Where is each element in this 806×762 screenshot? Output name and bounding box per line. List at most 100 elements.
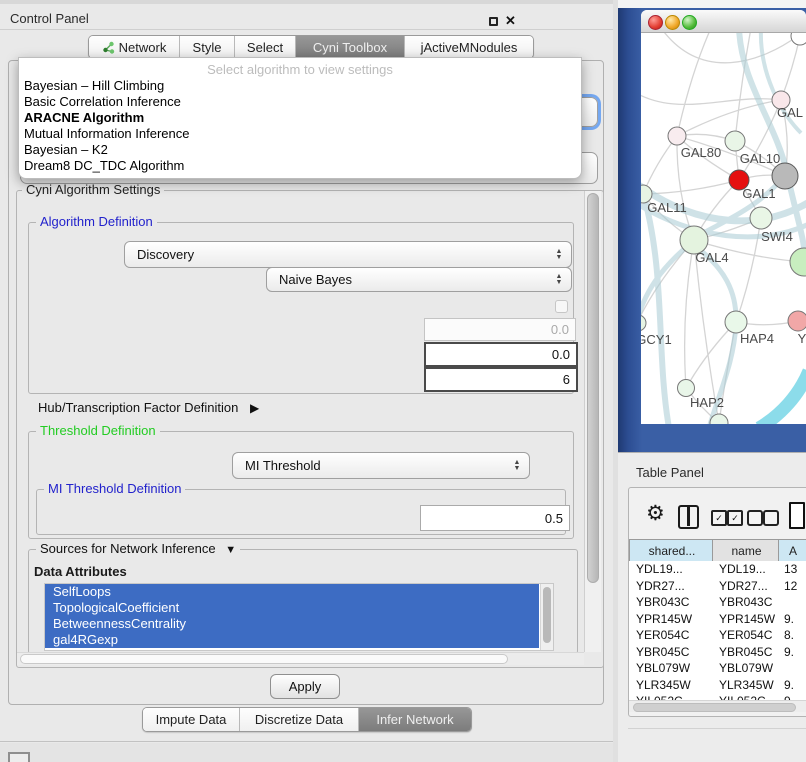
deselect-all-icon[interactable] (747, 510, 763, 526)
hub-tf-definition-toggle[interactable]: Hub/Transcription Factor Definition ▶ (38, 400, 259, 415)
cell: 8. (779, 627, 806, 644)
cell: 9 (779, 693, 806, 700)
minimize-window-icon[interactable] (665, 15, 680, 30)
control-panel-tabbar: Network Style Select Cyni Toolbox jActiv… (88, 35, 534, 59)
node[interactable] (791, 33, 806, 45)
list-scrollbar[interactable] (540, 584, 553, 651)
kernel-width-field[interactable]: 0.0 (424, 318, 576, 341)
settings-horizontal-scrollbar[interactable] (17, 652, 584, 665)
network-graph: GAL GAL80 GAL10 GAL1 GAL11 SWI4 GAL4 GCY… (641, 33, 806, 424)
dropdown-item[interactable]: Bayesian – Hill Climbing (19, 78, 581, 94)
tab-style[interactable]: Style (180, 36, 235, 58)
column-header-name[interactable]: name (712, 539, 781, 563)
cell: YDL19... (713, 561, 779, 578)
table-panel-title: Table Panel (636, 465, 704, 480)
settings-vertical-scrollbar[interactable] (584, 191, 601, 652)
mi-threshold-field[interactable]: 0.5 (420, 505, 570, 531)
dropdown-item-selected[interactable]: ARACNE Algorithm (19, 110, 581, 126)
screen: Control Panel ✕ Network Style Select (0, 0, 806, 762)
threshold-definition-title: Threshold Definition (36, 424, 160, 438)
cell: YIL052C (629, 693, 713, 700)
list-item[interactable]: gal4RGexp (45, 632, 539, 648)
cell: YBL079W (629, 660, 713, 677)
node-gal80[interactable] (668, 127, 686, 145)
cell: YIL052C (713, 693, 779, 700)
tab-discretize-data-label: Discretize Data (255, 712, 343, 727)
float-panel-icon[interactable] (489, 17, 498, 26)
node-hap2[interactable] (678, 380, 695, 397)
sources-toggle[interactable]: Sources for Network Inference ▼ (36, 542, 240, 557)
table-row[interactable]: YBR045C YBR045C 9. (629, 644, 806, 661)
table-body: YDL19... YDL19... 13 YDR27... YDR27... 1… (629, 561, 806, 700)
tab-impute-data[interactable]: Impute Data (143, 708, 240, 731)
cell (779, 660, 806, 677)
mi-steps-field[interactable]: 6 (424, 367, 578, 392)
list-item[interactable]: TopologicalCoefficient (45, 600, 539, 616)
dropdown-item[interactable]: Dream8 DC_TDC Algorithm (19, 158, 581, 174)
manual-kernel-width-checkbox[interactable] (555, 300, 568, 313)
tab-network-label: Network (119, 40, 167, 55)
column-header-clipped[interactable]: A (778, 539, 806, 563)
tab-discretize-data[interactable]: Discretize Data (240, 708, 359, 731)
mi-algorithm-type-combo[interactable]: Naive Bayes ▲▼ (266, 267, 572, 292)
list-item[interactable]: SelfLoops (45, 584, 539, 600)
apply-button[interactable]: Apply (270, 674, 340, 699)
cell: YPR145W (713, 611, 779, 628)
close-window-icon[interactable] (648, 15, 663, 30)
network-window-titlebar[interactable] (641, 10, 806, 33)
node-label: Y (798, 331, 806, 346)
table-horizontal-scrollbar[interactable] (629, 700, 806, 712)
table-row[interactable]: YLR345W YLR345W 9. (629, 677, 806, 694)
table-settings-gear-icon[interactable]: ⚙ (646, 503, 665, 525)
cell: YER054C (629, 627, 713, 644)
thick-edge (759, 371, 806, 424)
close-panel-icon[interactable]: ✕ (505, 13, 516, 29)
column-header-shared-name[interactable]: shared... (629, 539, 715, 563)
tab-impute-data-label: Impute Data (156, 712, 227, 727)
tab-infer-network[interactable]: Infer Network (359, 708, 471, 731)
dropdown-item[interactable]: Mutual Information Inference (19, 126, 581, 142)
table-row[interactable]: YIL052C YIL052C 9 (629, 693, 806, 700)
table-row[interactable]: YER054C YER054C 8. (629, 627, 806, 644)
node-gcy1[interactable] (641, 315, 646, 331)
cell: 12 (779, 578, 806, 595)
table-row[interactable]: YBR043C YBR043C (629, 594, 806, 611)
node-gray[interactable] (772, 163, 798, 189)
select-all-icon[interactable]: ✓ (727, 510, 743, 526)
dpi-tolerance-field[interactable]: 0.0 (424, 342, 578, 367)
dropdown-item[interactable]: Basic Correlation Inference (19, 94, 581, 110)
docked-panel-icon[interactable] (8, 752, 30, 762)
deselect-all-icon[interactable] (763, 510, 779, 526)
tab-network[interactable]: Network (89, 36, 180, 58)
node-label: GAL1 (742, 186, 775, 201)
new-table-icon[interactable] (789, 502, 805, 529)
dropdown-item[interactable]: Bayesian – K2 (19, 142, 581, 158)
table-row[interactable]: YDR27... YDR27... 12 (629, 578, 806, 595)
algorithm-definition-title: Algorithm Definition (36, 215, 157, 229)
network-icon (102, 41, 115, 54)
table-row[interactable]: YDL19... YDL19... 13 (629, 561, 806, 578)
tab-select[interactable]: Select (235, 36, 296, 58)
cell: 9. (779, 644, 806, 661)
top-strip (618, 0, 806, 8)
tab-cyni-toolbox[interactable]: Cyni Toolbox (296, 36, 405, 58)
network-window: GAL GAL80 GAL10 GAL1 GAL11 SWI4 GAL4 GCY… (641, 10, 806, 424)
network-canvas[interactable]: GAL GAL80 GAL10 GAL1 GAL11 SWI4 GAL4 GCY… (641, 33, 806, 424)
table-row[interactable]: YBL079W YBL079W (629, 660, 806, 677)
node-green[interactable] (790, 248, 806, 276)
cyni-bottom-tabbar: Impute Data Discretize Data Infer Networ… (142, 707, 472, 732)
zoom-window-icon[interactable] (682, 15, 697, 30)
node-gal10[interactable] (725, 131, 745, 151)
list-item[interactable]: BetweennessCentrality (45, 616, 539, 632)
cell: 13 (779, 561, 806, 578)
node-swi4[interactable] (750, 207, 772, 229)
node-hap4[interactable] (725, 311, 747, 333)
tab-cyni-toolbox-label: Cyni Toolbox (313, 40, 387, 55)
table-row[interactable]: YPR145W YPR145W 9. (629, 611, 806, 628)
node-salmon[interactable] (788, 311, 806, 331)
aracne-mode-combo[interactable]: Discovery ▲▼ (124, 241, 572, 268)
select-all-icon[interactable]: ✓ (711, 510, 727, 526)
column-layout-icon[interactable] (678, 505, 699, 529)
tab-jactivemnodules[interactable]: jActiveMNodules (405, 36, 533, 58)
which-threshold-combo[interactable]: MI Threshold ▲▼ (232, 452, 530, 479)
